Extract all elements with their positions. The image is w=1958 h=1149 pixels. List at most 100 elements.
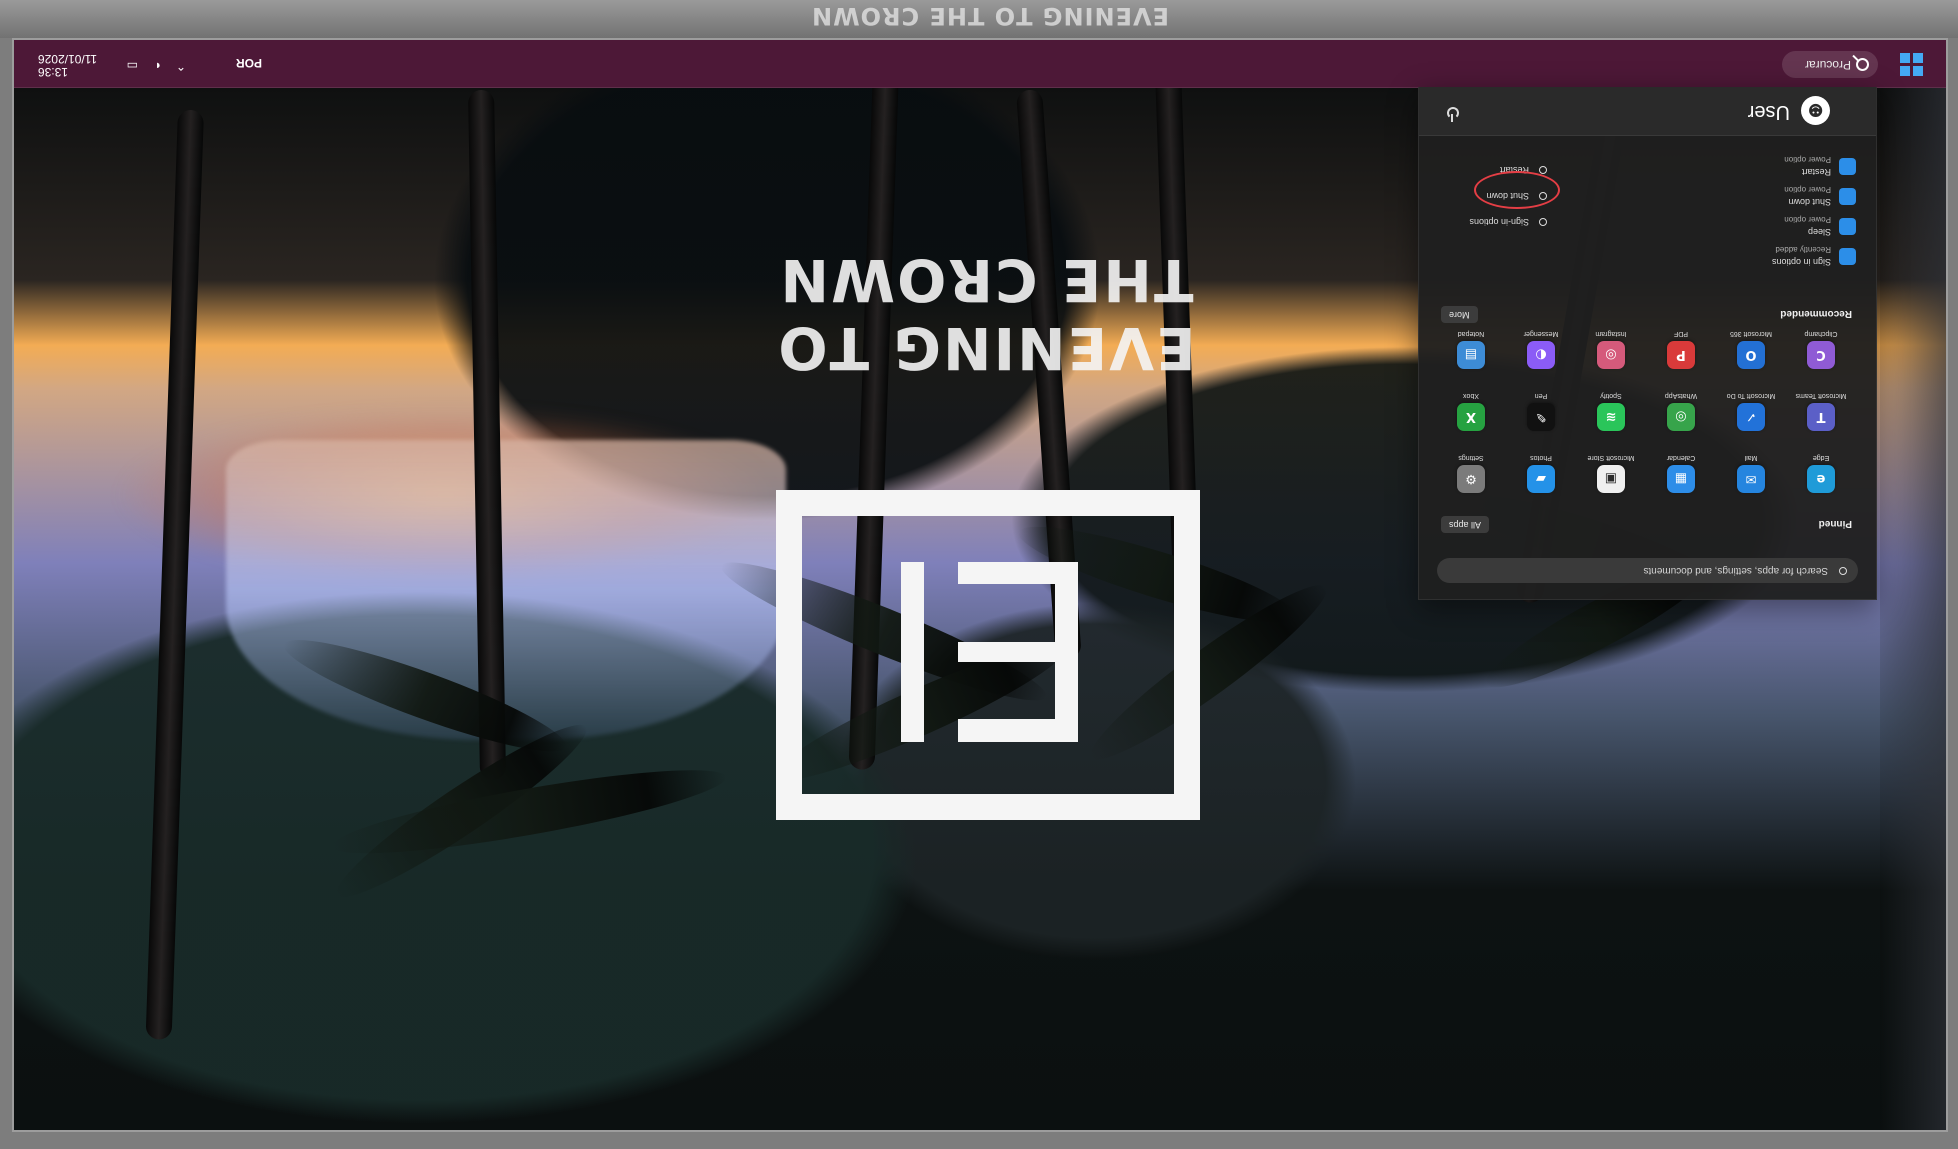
clipchamp-icon: C	[1807, 341, 1835, 369]
photos-icon: ▰	[1527, 465, 1555, 493]
mail-icon: ✉	[1737, 465, 1765, 493]
recommended-title: Recommended	[1780, 308, 1852, 319]
power-options-popup: Sign-in options Shut down Restart	[1436, 137, 1560, 233]
xbox-icon: X	[1457, 403, 1485, 431]
windows-logo-square	[1913, 66, 1923, 76]
store-icon: ▣	[1597, 465, 1625, 493]
start-menu: Search for apps, settings, and documents…	[1418, 87, 1877, 600]
app-label: WhatsApp	[1664, 392, 1698, 399]
power-icon[interactable]	[1447, 107, 1459, 119]
app-label: Mail	[1744, 454, 1758, 461]
pinned-app[interactable]: T Microsoft Teams	[1786, 387, 1856, 431]
window-edge	[1880, 40, 1946, 1130]
app-label: Microsoft Store	[1587, 454, 1635, 461]
pinned-title: Pinned	[1818, 518, 1852, 529]
clock-time: 13:36	[38, 65, 69, 79]
pinned-app[interactable]: O Microsoft 365	[1716, 325, 1786, 369]
recommended-name: Restart	[1801, 167, 1831, 177]
language-indicator[interactable]: POR	[236, 56, 262, 70]
search-icon	[1839, 567, 1847, 575]
recommended-meta: Power option	[1784, 185, 1831, 194]
battery-icon[interactable]: ▭	[126, 59, 138, 73]
reflective-water	[226, 440, 786, 740]
pinned-app[interactable]: ✓ Microsoft To Do	[1716, 387, 1786, 431]
user-name[interactable]: User	[1748, 100, 1790, 123]
app-label: Microsoft 365	[1729, 330, 1773, 337]
pinned-app[interactable]: ▰ Photos	[1506, 449, 1576, 493]
app-label: Photos	[1530, 454, 1552, 461]
app-label: Calendar	[1666, 454, 1696, 461]
logo-stroke	[901, 562, 924, 742]
window-title-strip: EVENING TO THE CROWN	[0, 0, 1958, 38]
app-label: Pen	[1534, 392, 1548, 399]
whatsapp-icon: ◎	[1667, 403, 1695, 431]
app-label: Messenger	[1523, 330, 1559, 337]
recommended-name: Sign in options	[1771, 257, 1831, 267]
todo-icon: ✓	[1737, 403, 1765, 431]
pinned-app[interactable]: ▣ Microsoft Store	[1576, 449, 1646, 493]
pdf-icon: P	[1667, 341, 1695, 369]
pinned-app[interactable]: ▤ Notepad	[1436, 325, 1506, 369]
app-label: Xbox	[1463, 392, 1479, 399]
app-label: Microsoft To Do	[1726, 392, 1776, 399]
instagram-icon: ◎	[1597, 341, 1625, 369]
messenger-icon: ◐	[1527, 341, 1555, 369]
more-button[interactable]: More	[1441, 306, 1478, 323]
teams-icon: T	[1807, 403, 1835, 431]
pinned-app[interactable]: X Xbox	[1436, 387, 1506, 431]
app-label: Spotify	[1600, 392, 1622, 399]
wifi-icon[interactable]: ⌃	[174, 59, 186, 73]
recommended-name: Sleep	[1807, 227, 1831, 237]
start-search-placeholder: Search for apps, settings, and documents	[1643, 565, 1828, 576]
recommended-meta: Power option	[1784, 215, 1831, 224]
settings-icon: ⚙	[1457, 465, 1485, 493]
windows-logo-square	[1913, 53, 1923, 63]
pinned-app[interactable]: ⚙ Settings	[1436, 449, 1506, 493]
selected-option-highlight	[1474, 171, 1560, 209]
pinned-app[interactable]: P PDF	[1646, 325, 1716, 369]
user-avatar[interactable]: ☻	[1801, 96, 1830, 125]
pinned-app[interactable]: C Clipchamp	[1786, 325, 1856, 369]
calendar-icon: ▦	[1667, 465, 1695, 493]
file-icon	[1839, 248, 1856, 265]
notepad-icon: ▤	[1457, 341, 1485, 369]
start-search-input[interactable]: Search for apps, settings, and documents	[1437, 558, 1858, 583]
pinned-app[interactable]: ◎ Instagram	[1576, 325, 1646, 369]
pinned-app-grid: e Edge ✉ Mail ▦ Calendar ▣ Microsoft Store ▰…	[1436, 325, 1856, 493]
file-icon	[1839, 188, 1856, 205]
windows-logo-square	[1900, 66, 1910, 76]
pinned-app[interactable]: ✉ Mail	[1716, 449, 1786, 493]
app-label: Clipchamp	[1804, 330, 1838, 337]
office-icon: O	[1737, 341, 1765, 369]
windows-logo-square	[1900, 53, 1910, 63]
windows-taskbar: Procurar POR ⌃ ◖ ▭ 13:36 11/01/2026	[14, 40, 1946, 88]
edge-icon: e	[1807, 465, 1835, 493]
pinned-app[interactable]: ◐ Messenger	[1506, 325, 1576, 369]
pinned-app[interactable]: ▦ Calendar	[1646, 449, 1716, 493]
windows-start-button[interactable]	[1900, 53, 1923, 76]
volume-icon[interactable]: ◖	[150, 59, 162, 73]
app-label: Settings	[1458, 454, 1484, 461]
pinned-app[interactable]: ≋ Spotify	[1576, 387, 1646, 431]
search-icon	[1856, 58, 1869, 71]
app-label: PDF	[1674, 330, 1688, 337]
app-label: Instagram	[1595, 330, 1627, 337]
screen-root: EVENING TO THE CROWN EVENING TO THE CROW…	[0, 0, 1958, 1149]
taskbar-search-button[interactable]: Procurar	[1782, 51, 1878, 78]
taskbar-search-label: Procurar	[1804, 58, 1851, 72]
pinned-app[interactable]: ◎ WhatsApp	[1646, 387, 1716, 431]
spotify-icon: ≋	[1597, 403, 1625, 431]
pinned-app[interactable]: ✎ Pen	[1506, 387, 1576, 431]
logo-stroke	[958, 562, 1078, 584]
recommended-item[interactable]: Sign in options Recently added	[1448, 241, 1856, 271]
clock-date: 11/01/2026	[38, 52, 98, 66]
all-apps-button[interactable]: All apps	[1441, 516, 1490, 533]
app-label: Microsoft Teams	[1795, 392, 1847, 399]
clock[interactable]: 13:36 11/01/2026	[38, 52, 100, 79]
start-menu-footer: ☻ User	[1419, 87, 1876, 136]
power-option-label: Sign-in options	[1469, 217, 1529, 227]
pinned-app[interactable]: e Edge	[1786, 449, 1856, 493]
power-option-sign-in-options[interactable]: Sign-in options	[1446, 213, 1551, 231]
recommended-meta: Power option	[1784, 155, 1831, 164]
file-icon	[1839, 218, 1856, 235]
